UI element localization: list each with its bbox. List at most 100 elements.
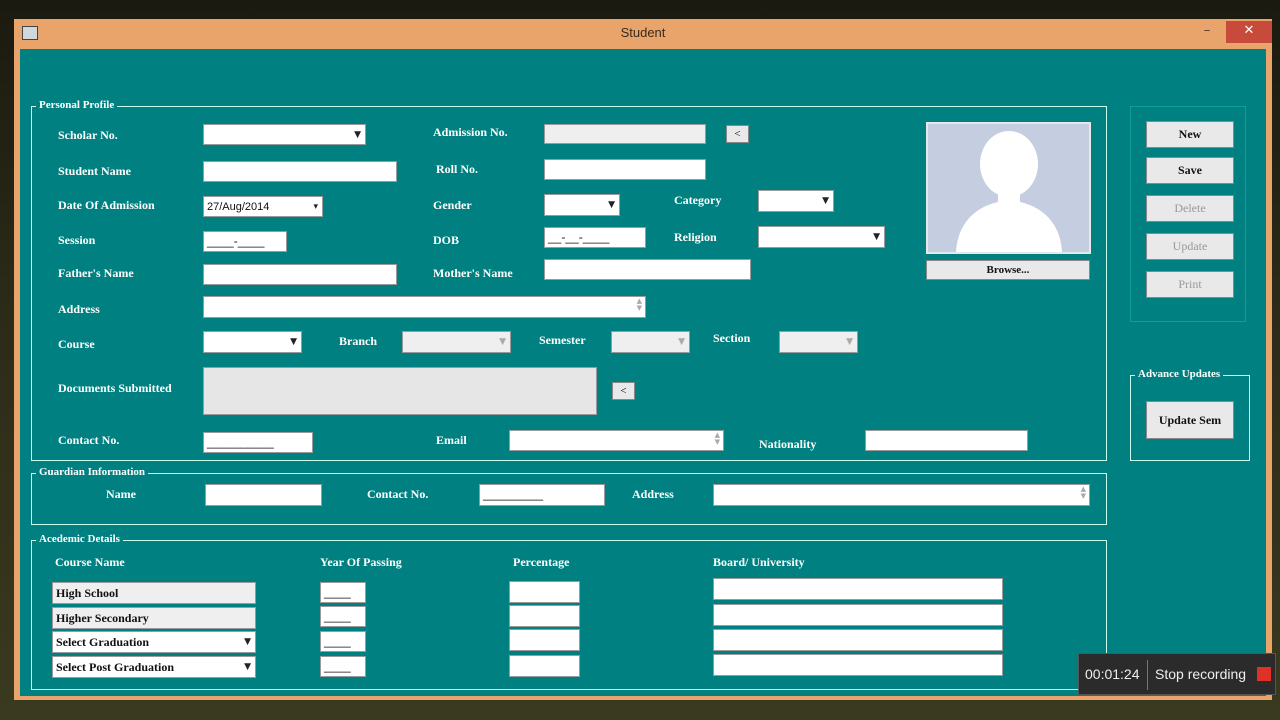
academic-year-mask: ____: [324, 585, 351, 599]
branch-combo[interactable]: ▼: [402, 331, 511, 353]
section-combo[interactable]: ▼: [779, 331, 858, 353]
guardian-address-field[interactable]: ▲ ▼: [713, 484, 1090, 506]
academic-board-field[interactable]: [713, 604, 1003, 626]
browse-button[interactable]: Browse...: [926, 260, 1090, 280]
mothers-name-field[interactable]: [544, 259, 751, 280]
admission-lookup-button[interactable]: <: [726, 125, 749, 143]
fathers-name-field[interactable]: [203, 264, 397, 285]
scholar-no-combo[interactable]: ▼: [203, 124, 366, 145]
stop-recording-button[interactable]: Stop recording: [1155, 666, 1246, 682]
chevron-down-icon: ▼: [244, 662, 251, 672]
semester-combo[interactable]: ▼: [611, 331, 690, 353]
gender-combo[interactable]: ▼: [544, 194, 620, 216]
scroll-arrows-icon[interactable]: ▲ ▼: [637, 298, 642, 312]
academic-course-label: High School: [56, 586, 119, 600]
save-button[interactable]: Save: [1146, 157, 1234, 184]
address-label: Address: [58, 302, 100, 316]
window-title: Student: [620, 25, 666, 40]
student-name-label: Student Name: [58, 164, 132, 178]
guardian-name-field[interactable]: [205, 484, 322, 506]
academic-year-mask: ____: [324, 634, 351, 648]
minimize-button[interactable]: –: [1194, 21, 1220, 43]
dob-label: DOB: [433, 233, 460, 247]
recording-overlay: 00:01:24 Stop recording: [1078, 653, 1276, 695]
chevron-down-icon: ▼: [608, 200, 615, 210]
address-field[interactable]: ▲ ▼: [203, 296, 646, 318]
documents-submitted-list[interactable]: [203, 367, 597, 415]
documents-submitted-label: Documents Submitted: [58, 381, 172, 395]
contact-no-mask: __________: [207, 435, 274, 449]
admission-no-field[interactable]: [544, 124, 706, 144]
academic-year-field[interactable]: ____: [320, 582, 366, 603]
scholar-no-label: Scholar No.: [58, 128, 118, 142]
academic-course-label: Select Graduation: [56, 635, 149, 649]
academic-course-higher-secondary: Higher Secondary: [52, 607, 256, 629]
scroll-arrows-icon[interactable]: ▲ ▼: [1081, 486, 1086, 500]
documents-select-button[interactable]: <: [612, 382, 635, 400]
academic-percentage-field[interactable]: [509, 581, 580, 603]
academic-board-field[interactable]: [713, 578, 1003, 600]
email-label: Email: [436, 433, 467, 447]
person-silhouette-icon: [956, 131, 1062, 252]
academic-course-label: Select Post Graduation: [56, 660, 174, 674]
branch-label: Branch: [339, 334, 378, 348]
academic-percentage-field[interactable]: [509, 605, 580, 627]
student-name-field[interactable]: [203, 161, 397, 182]
date-of-admission-label: Date Of Admission: [58, 198, 155, 212]
close-button[interactable]: ✕: [1226, 21, 1272, 43]
advance-updates-label: Advance Updates: [1135, 368, 1224, 380]
chevron-down-icon: ▼: [499, 337, 506, 347]
nationality-label: Nationality: [759, 437, 817, 451]
student-window: Student – □ ✕ Personal Profile Scholar N…: [14, 19, 1272, 700]
academic-details-label: Acedemic Details: [36, 533, 123, 545]
recording-divider: [1147, 660, 1148, 690]
chevron-down-icon: ▼: [290, 337, 297, 347]
course-label: Course: [58, 337, 95, 351]
academic-year-field[interactable]: ____: [320, 631, 366, 652]
contact-no-label: Contact No.: [58, 433, 120, 447]
semester-label: Semester: [539, 333, 586, 347]
academic-year-mask: ____: [324, 609, 351, 623]
student-photo: [926, 122, 1091, 254]
academic-year-field[interactable]: ____: [320, 656, 366, 677]
mothers-name-label: Mother's Name: [433, 266, 513, 280]
dob-field[interactable]: __-__-____: [544, 227, 646, 248]
guardian-contact-mask: _________: [483, 487, 544, 501]
session-field[interactable]: ____-____: [203, 231, 287, 252]
year-of-passing-header: Year Of Passing: [320, 555, 402, 569]
academic-year-field[interactable]: ____: [320, 606, 366, 627]
course-combo[interactable]: ▼: [203, 331, 302, 353]
date-of-admission-picker[interactable]: 27/Aug/2014 ▾: [203, 196, 323, 217]
contact-no-field[interactable]: __________: [203, 432, 313, 453]
academic-board-field[interactable]: [713, 654, 1003, 676]
course-name-header: Course Name: [55, 555, 125, 569]
chevron-down-icon: ▼: [678, 337, 685, 347]
recording-timer: 00:01:24: [1085, 666, 1140, 682]
session-label: Session: [58, 233, 96, 247]
academic-board-field[interactable]: [713, 629, 1003, 651]
nationality-field[interactable]: [865, 430, 1028, 451]
graduation-combo[interactable]: Select Graduation ▼: [52, 631, 256, 653]
academic-percentage-field[interactable]: [509, 655, 580, 677]
academic-percentage-field[interactable]: [509, 629, 580, 651]
category-combo[interactable]: ▼: [758, 190, 834, 212]
category-label: Category: [674, 193, 722, 207]
scroll-arrows-icon[interactable]: ▲ ▼: [715, 432, 720, 446]
post-graduation-combo[interactable]: Select Post Graduation ▼: [52, 656, 256, 678]
new-button[interactable]: New: [1146, 121, 1234, 148]
delete-button[interactable]: Delete: [1146, 195, 1234, 222]
email-field[interactable]: ▲ ▼: [509, 430, 724, 451]
academic-course-high-school: High School: [52, 582, 256, 604]
print-button[interactable]: Print: [1146, 271, 1234, 298]
title-bar[interactable]: Student – □ ✕: [14, 19, 1272, 49]
chevron-down-icon: ▼: [846, 337, 853, 347]
gender-label: Gender: [433, 198, 472, 212]
guardian-contact-label: Contact No.: [367, 487, 429, 501]
stop-square-icon[interactable]: [1257, 667, 1271, 681]
update-button[interactable]: Update: [1146, 233, 1234, 260]
update-sem-button[interactable]: Update Sem: [1146, 401, 1234, 439]
chevron-down-icon: ▼: [244, 637, 251, 647]
religion-combo[interactable]: ▼: [758, 226, 885, 248]
roll-no-field[interactable]: [544, 159, 706, 180]
guardian-contact-field[interactable]: _________: [479, 484, 605, 506]
